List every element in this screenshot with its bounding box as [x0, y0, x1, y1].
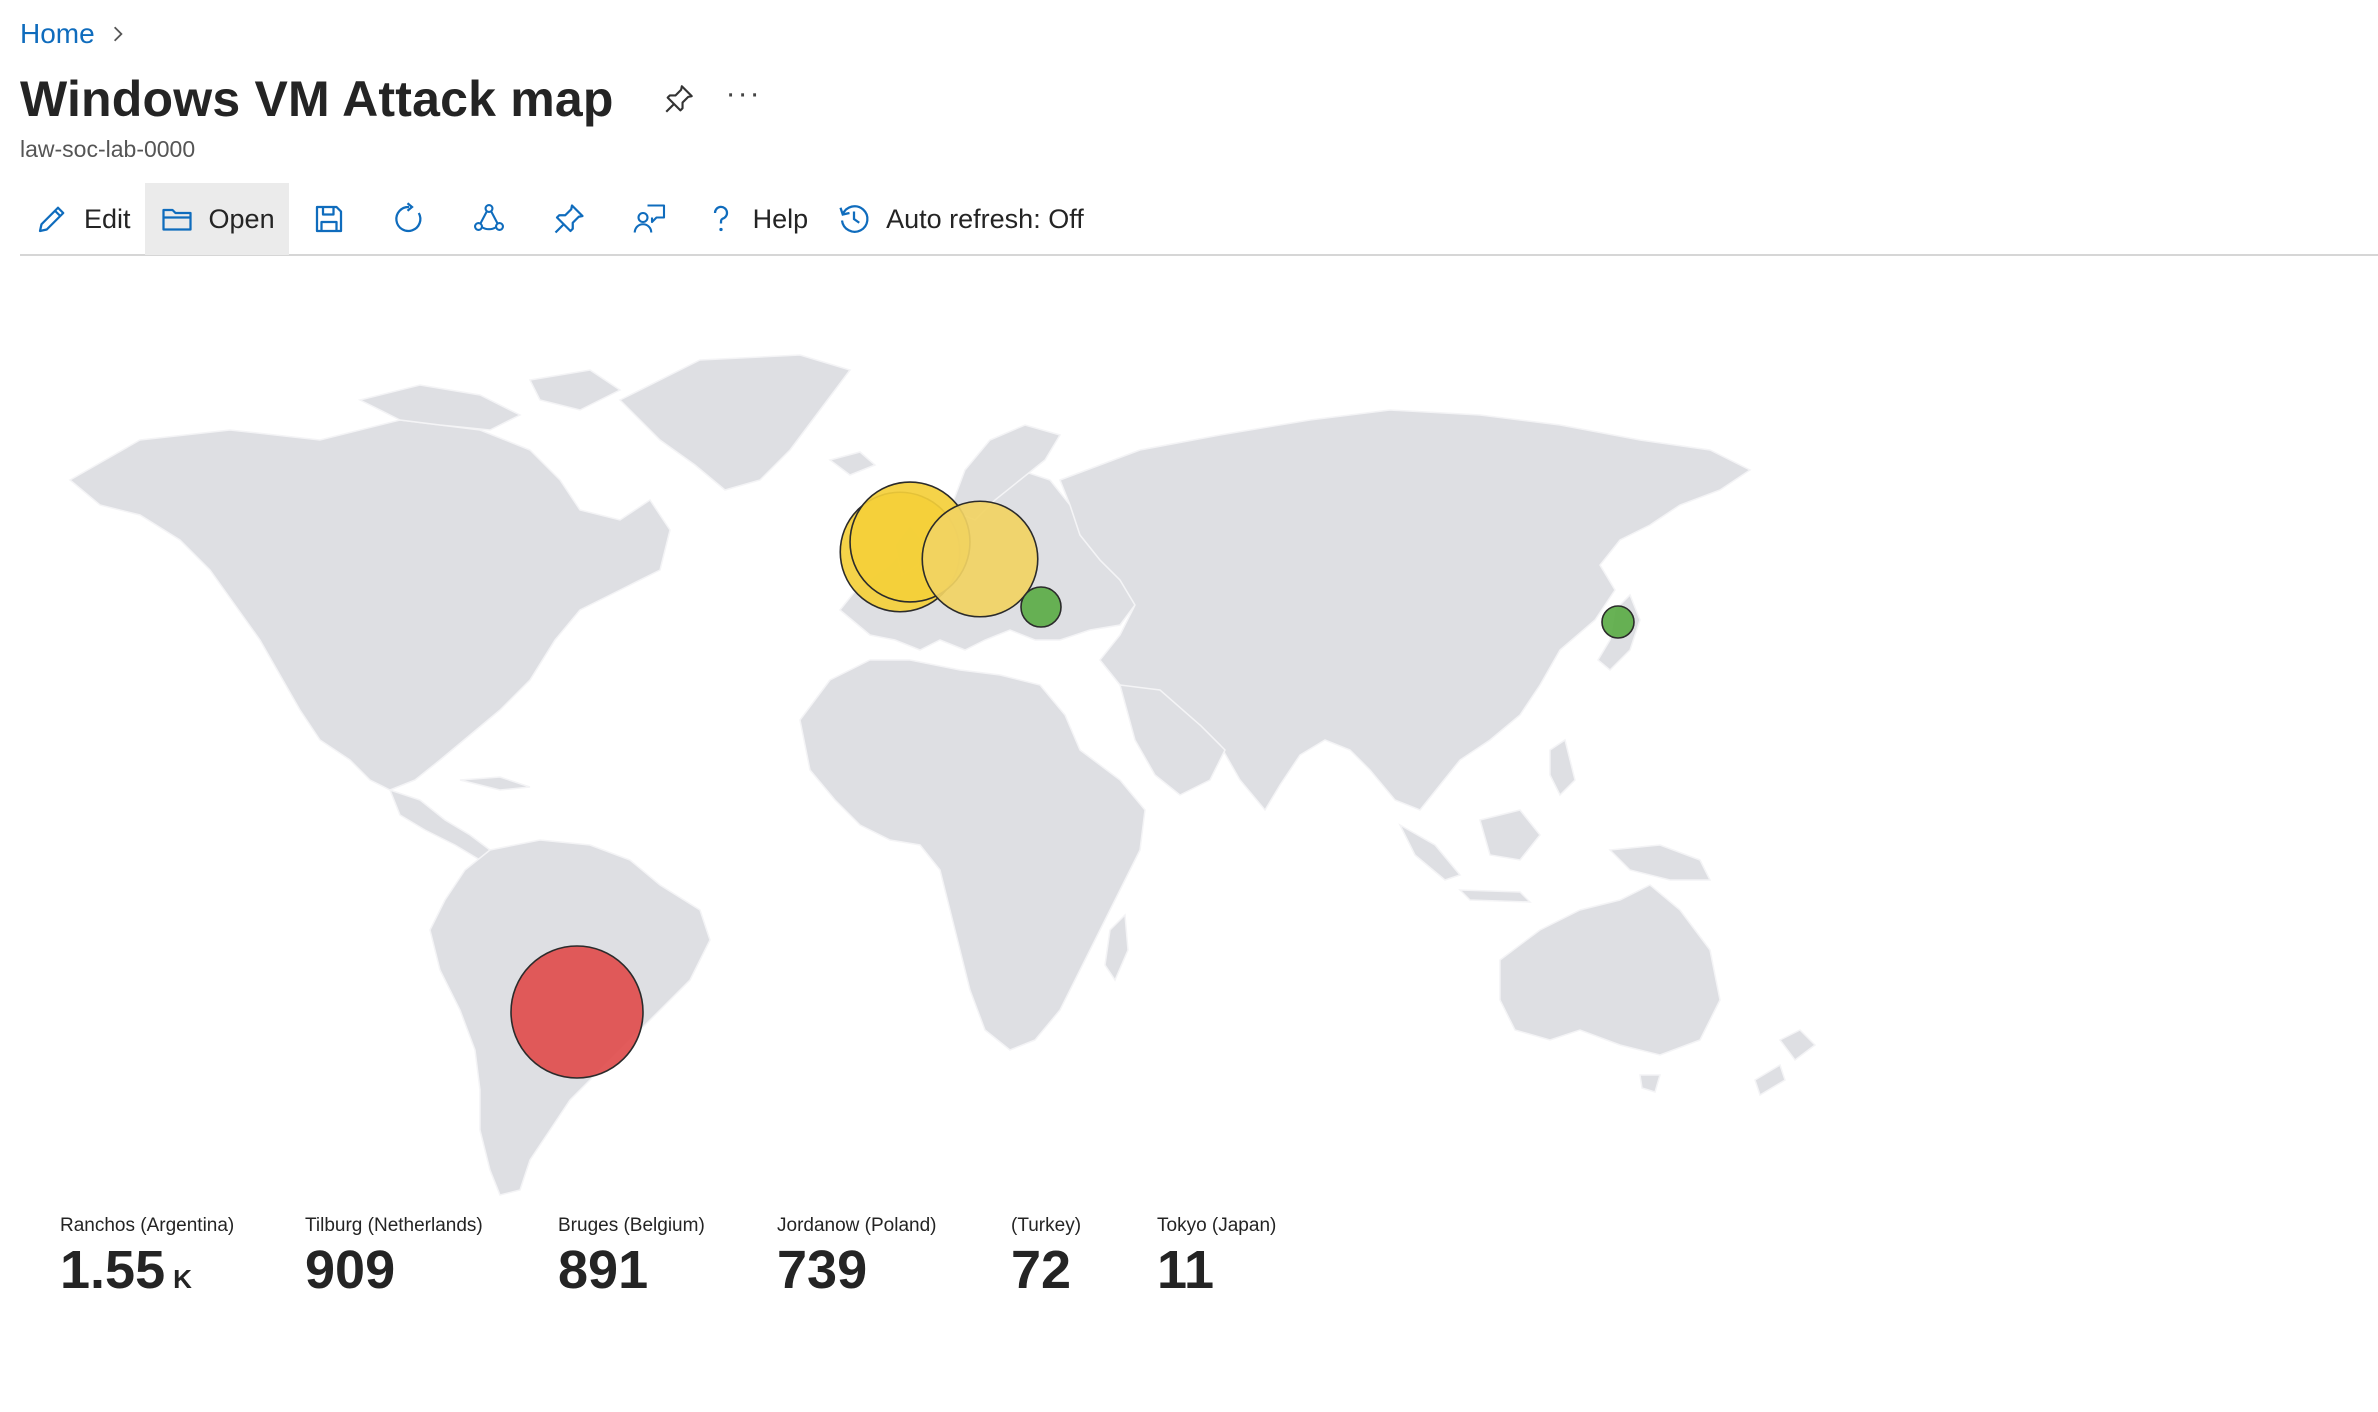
share-icon	[473, 204, 504, 231]
land-masses	[68, 354, 1817, 1196]
pin-icon[interactable]	[662, 82, 696, 116]
legend-tile-value: 891	[558, 1240, 649, 1300]
folder-open-icon	[161, 208, 192, 231]
open-button[interactable]: Open	[144, 183, 289, 255]
legend-tile-value: 1.55 K	[60, 1243, 305, 1297]
refresh-icon	[394, 202, 422, 233]
attack-bubble-turkey[interactable]	[1020, 586, 1062, 628]
edit-button-label: Edit	[84, 203, 131, 234]
legend-tile[interactable]: Bruges (Belgium) 891	[558, 1215, 777, 1297]
landmass-sumatra	[1398, 823, 1462, 881]
attack-bubble-tokyo-japan[interactable]	[1601, 605, 1635, 639]
feedback-button[interactable]	[609, 183, 689, 255]
landmass-caribbean	[459, 776, 531, 791]
legend-tile-label: Tilburg (Netherlands)	[305, 1215, 483, 1236]
landmass-new-guinea	[1608, 844, 1712, 881]
legend-tile-label: (Turkey)	[1011, 1215, 1082, 1236]
legend-tile[interactable]: Jordanow (Poland) 739	[777, 1215, 1011, 1297]
title-row: Windows VM Attack map ···	[20, 70, 762, 128]
feedback-icon	[633, 204, 665, 233]
pin-to-dashboard-button[interactable]	[529, 183, 609, 255]
landmass-arctic-islands-2	[528, 369, 622, 411]
landmass-madagascar	[1104, 913, 1129, 982]
help-button-label: Help	[752, 203, 809, 234]
refresh-button[interactable]	[369, 183, 449, 255]
landmass-java	[1458, 889, 1532, 903]
landmass-africa	[799, 659, 1146, 1051]
more-options-button[interactable]: ···	[726, 79, 762, 119]
legend-tile[interactable]: Tilburg (Netherlands) 909	[305, 1215, 558, 1297]
legend-tile-label: Tokyo (Japan)	[1157, 1215, 1277, 1236]
pin-icon	[554, 204, 584, 234]
landmass-new-zealand	[1754, 1029, 1817, 1097]
pencil-icon	[38, 206, 65, 233]
legend-tile-value: 739	[777, 1240, 868, 1300]
landmass-borneo	[1479, 809, 1541, 861]
attack-map-page: Home Windows VM Attack map ··· law-soc-l…	[0, 0, 2378, 1412]
toolbar: Edit Open Help Auto refresh: Off	[20, 183, 2378, 256]
question-mark-icon	[713, 205, 728, 232]
page-title: Windows VM Attack map	[20, 71, 614, 127]
landmass-iceland	[828, 451, 877, 476]
open-button-label: Open	[208, 203, 275, 234]
breadcrumb-home-link[interactable]: Home	[20, 18, 95, 50]
legend-tile-value: 909	[305, 1240, 396, 1300]
landmass-tasmania	[1639, 1074, 1662, 1093]
legend-tile-number: 1.55	[60, 1240, 166, 1300]
share-button[interactable]	[449, 183, 529, 255]
world-map-svg	[68, 354, 1817, 1196]
landmass-philippines	[1549, 738, 1576, 797]
chevron-right-icon	[113, 26, 123, 42]
legend-tile-label: Jordanow (Poland)	[777, 1215, 937, 1236]
landmass-central-america	[388, 788, 492, 861]
landmass-australia	[1499, 884, 1721, 1056]
auto-refresh-label: Auto refresh: Off	[886, 203, 1084, 234]
save-icon	[315, 205, 342, 233]
legend-tile-label: Bruges (Belgium)	[558, 1215, 705, 1236]
landmass-north-america	[68, 419, 671, 791]
landmass-greenland	[618, 354, 852, 491]
breadcrumb: Home	[20, 18, 127, 50]
help-button[interactable]: Help	[689, 183, 823, 255]
save-button[interactable]	[289, 183, 369, 255]
legend-tile[interactable]: Tokyo (Japan) 11	[1157, 1215, 1357, 1297]
attack-bubble-jordanow-poland[interactable]	[921, 500, 1039, 618]
history-clock-icon	[839, 205, 869, 233]
legend-tile-value: 72	[1011, 1240, 1072, 1300]
edit-button[interactable]: Edit	[20, 183, 145, 255]
auto-refresh-button[interactable]: Auto refresh: Off	[822, 183, 1098, 255]
legend-tile[interactable]: (Turkey) 72	[1011, 1215, 1157, 1297]
world-map[interactable]	[60, 340, 1860, 1210]
workspace-subtitle: law-soc-lab-0000	[20, 136, 196, 162]
legend-tile-unit: K	[173, 1264, 192, 1294]
legend-tile[interactable]: Ranchos (Argentina) 1.55 K	[60, 1215, 305, 1297]
attack-count-legend: Ranchos (Argentina) 1.55 K Tilburg (Nethe…	[60, 1215, 1357, 1297]
legend-tile-value: 11	[1157, 1240, 1215, 1300]
legend-tile-label: Ranchos (Argentina)	[60, 1215, 235, 1236]
attack-bubble-ranchos-argentina[interactable]	[510, 945, 644, 1079]
